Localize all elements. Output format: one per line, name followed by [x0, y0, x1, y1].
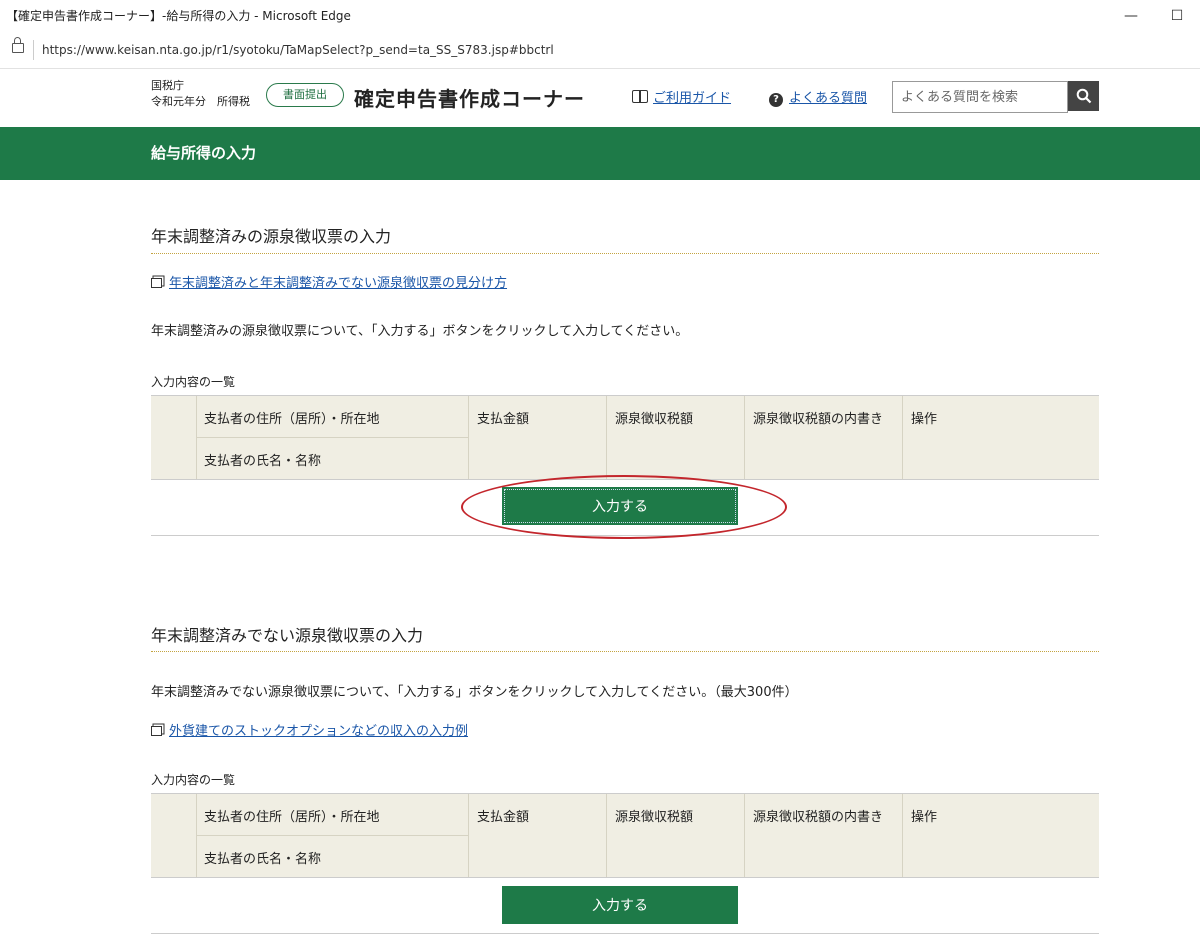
- faq-link[interactable]: ? よくある質問: [769, 87, 867, 107]
- question-icon: ?: [769, 93, 783, 107]
- submission-method-badge: 書面提出: [266, 83, 344, 107]
- site-brand[interactable]: 確定申告書作成コーナー: [354, 83, 585, 112]
- new-window-icon: [151, 726, 162, 736]
- header-address: 支払者の住所（居所）・所在地: [204, 412, 380, 427]
- search-button[interactable]: [1068, 81, 1099, 111]
- user-guide-link[interactable]: ご利用ガイド: [632, 87, 731, 106]
- faq-label[interactable]: よくある質問: [789, 91, 867, 106]
- col-amount: 支払金額: [468, 396, 606, 479]
- header-amount: 支払金額: [477, 810, 530, 825]
- col-tax: 源泉徴収税額: [606, 794, 744, 877]
- minimize-button[interactable]: —: [1108, 0, 1154, 32]
- search-icon: [1076, 88, 1092, 104]
- stock-option-example-label[interactable]: 外貨建てのストックオプションなどの収入の入力例: [169, 724, 468, 739]
- header-tax-breakdown: 源泉徴収税額の内書き: [753, 412, 884, 427]
- header-tax: 源泉徴収税額: [615, 810, 694, 825]
- col-amount: 支払金額: [468, 794, 606, 877]
- header-tax-breakdown: 源泉徴収税額の内書き: [753, 810, 884, 825]
- header-name: 支払者の氏名・名称: [204, 852, 322, 867]
- page-title: 給与所得の入力: [151, 144, 257, 162]
- faq-search-input[interactable]: [892, 81, 1068, 113]
- new-window-icon: [151, 278, 162, 288]
- table-caption: 入力内容の一覧: [151, 375, 236, 389]
- user-guide-label[interactable]: ご利用ガイド: [653, 91, 731, 106]
- instruction-text: 年末調整済みの源泉徴収票について、「入力する」ボタンをクリックして入力してくださ…: [151, 324, 689, 339]
- lock-icon[interactable]: [12, 37, 24, 53]
- col-action: 操作: [902, 794, 1099, 877]
- col-tax-breakdown: 源泉徴収税額の内書き: [744, 396, 902, 479]
- stock-option-example-link[interactable]: 外貨建てのストックオプションなどの収入の入力例: [151, 720, 468, 739]
- header-action: 操作: [911, 412, 938, 427]
- section-divider: [151, 651, 1099, 652]
- tax-year: 令和元年分 所得税: [151, 95, 250, 108]
- instruction-text: 年末調整済みでない源泉徴収票について、「入力する」ボタンをクリックして入力してく…: [151, 685, 798, 700]
- window-title: 【確定申告書作成コーナー】-給与所得の入力 - Microsoft Edge: [6, 9, 351, 23]
- header-action: 操作: [911, 810, 938, 825]
- highlight-annotation: [461, 475, 787, 539]
- section-title-unadjusted: 年末調整済みでない源泉徴収票の入力: [151, 626, 424, 645]
- book-icon: [632, 90, 648, 103]
- address-bar[interactable]: https://www.keisan.nta.go.jp/r1/syotoku/…: [0, 32, 1200, 69]
- section-divider: [151, 253, 1099, 254]
- page-title-bar: 給与所得の入力: [0, 127, 1200, 180]
- distinguish-guide-label[interactable]: 年末調整済みと年末調整済みでない源泉徴収票の見分け方: [169, 276, 507, 291]
- table-caption: 入力内容の一覧: [151, 773, 236, 787]
- browser-titlebar: 【確定申告書作成コーナー】-給与所得の入力 - Microsoft Edge —…: [0, 0, 1200, 32]
- payer-divider: [196, 835, 468, 836]
- distinguish-guide-link[interactable]: 年末調整済みと年末調整済みでない源泉徴収票の見分け方: [151, 272, 507, 291]
- url-text[interactable]: https://www.keisan.nta.go.jp/r1/syotoku/…: [42, 32, 554, 68]
- maximize-button[interactable]: ☐: [1154, 0, 1200, 32]
- header-name: 支払者の氏名・名称: [204, 454, 322, 469]
- header-address: 支払者の住所（居所）・所在地: [204, 810, 380, 825]
- header-tax: 源泉徴収税額: [615, 412, 694, 427]
- agency-name: 国税庁: [151, 79, 184, 92]
- input-unadjusted-button[interactable]: 入力する: [502, 886, 738, 924]
- header-amount: 支払金額: [477, 412, 530, 427]
- address-divider: [33, 40, 34, 60]
- col-tax: 源泉徴収税額: [606, 396, 744, 479]
- col-tax-breakdown: 源泉徴収税額の内書き: [744, 794, 902, 877]
- entry-table-header: 支払者の住所（居所）・所在地 支払者の氏名・名称 支払金額 源泉徴収税額 源泉徴…: [151, 395, 1099, 480]
- entry-table-header: 支払者の住所（居所）・所在地 支払者の氏名・名称 支払金額 源泉徴収税額 源泉徴…: [151, 793, 1099, 878]
- section-title-adjusted: 年末調整済みの源泉徴収票の入力: [151, 227, 392, 246]
- agency-info: 国税庁 令和元年分 所得税: [151, 78, 250, 110]
- payer-divider: [196, 437, 468, 438]
- col-action: 操作: [902, 396, 1099, 479]
